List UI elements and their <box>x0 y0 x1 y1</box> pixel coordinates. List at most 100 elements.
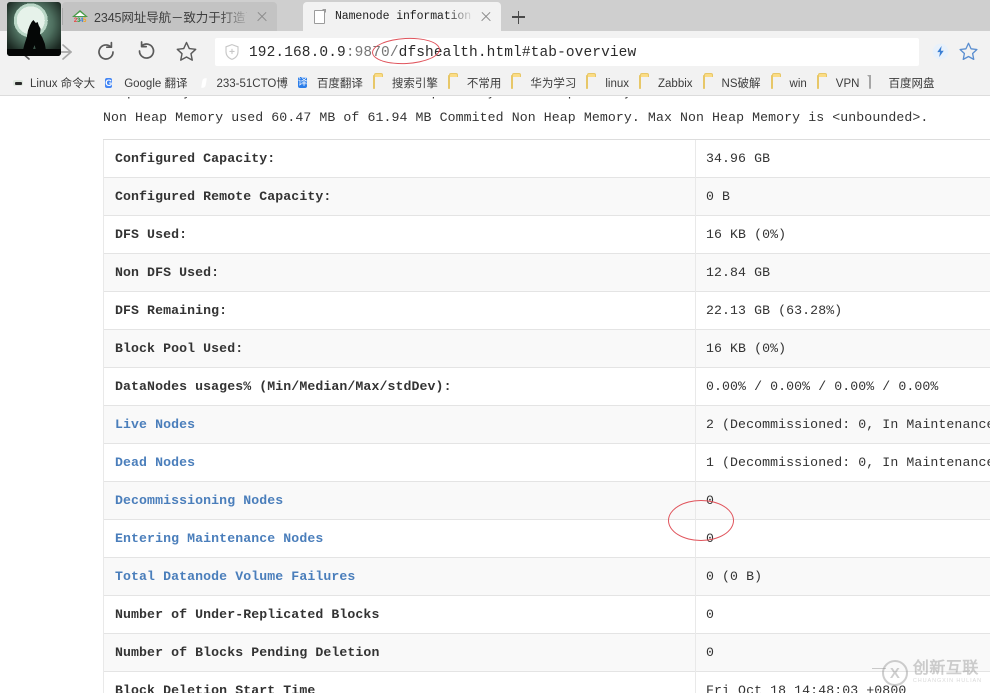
lightning-icon[interactable] <box>926 37 954 67</box>
row-key: Live Nodes <box>104 406 696 444</box>
row-value: 0 B <box>696 178 990 216</box>
bookmark-linux[interactable]: Linux 命令大 <box>6 73 100 95</box>
baidu-translate-icon: 译 <box>298 76 313 91</box>
undo-button[interactable] <box>126 35 166 69</box>
bookmark-label: 233-51CTO博 <box>216 77 287 91</box>
bookmark-label: linux <box>605 77 629 91</box>
star-outline-icon[interactable] <box>954 37 982 67</box>
browser-window: 2345 2345网址导航－致力于打造百 Namenode informatio… <box>0 0 990 693</box>
undo-icon <box>135 41 157 63</box>
table-row: Non DFS Used: 12.84 GB <box>104 254 990 292</box>
row-key: Dead Nodes <box>104 444 696 482</box>
folder-icon <box>511 76 526 91</box>
folder-icon <box>639 76 654 91</box>
folder-icon <box>703 76 718 91</box>
table-row-volume-failures: Total Datanode Volume Failures 0 (0 B) <box>104 558 990 596</box>
document-icon <box>313 9 329 25</box>
table-row: Configured Remote Capacity: 0 B <box>104 178 990 216</box>
bookmark-star-button[interactable] <box>166 35 206 69</box>
heap-memory-line: Heap Memory used 174.9 MB of 474.5 MB He… <box>0 97 990 99</box>
table-row: Configured Capacity: 34.96 GB <box>104 140 990 178</box>
row-value: 0 (0 B) <box>696 558 990 596</box>
browser-tab-2[interactable]: Namenode information <box>303 2 501 31</box>
row-key: Number of Under-Replicated Blocks <box>104 596 696 634</box>
folder-icon <box>586 76 601 91</box>
folder-icon <box>373 76 388 91</box>
document-icon <box>869 76 884 91</box>
row-key: Configured Capacity: <box>104 140 696 178</box>
toolbar-right-icons <box>926 37 982 67</box>
row-key: Decommissioning Nodes <box>104 482 696 520</box>
decommissioning-nodes-link[interactable]: Decommissioning Nodes <box>115 493 283 508</box>
folder-icon <box>771 76 786 91</box>
bookmark-51cto[interactable]: 233-51CTO博 <box>192 73 292 95</box>
browser-tab-1[interactable]: 2345 2345网址导航－致力于打造百 <box>62 2 277 31</box>
close-icon[interactable] <box>475 6 497 28</box>
row-value: 16 KB (0%) <box>696 216 990 254</box>
tab-divider <box>62 8 63 25</box>
bookmark-folder-search-engine[interactable]: 搜索引擎 <box>368 73 443 95</box>
google-icon: G <box>105 76 120 91</box>
row-value: 0 <box>696 520 990 558</box>
bookmark-baidu-translate[interactable]: 译 百度翻译 <box>293 73 368 95</box>
folder-icon <box>817 76 832 91</box>
url-text: 192.168.0.9:9870/dfshealth.html#tab-over… <box>249 45 636 61</box>
dead-nodes-link[interactable]: Dead Nodes <box>115 455 195 470</box>
live-nodes-link[interactable]: Live Nodes <box>115 417 195 432</box>
table-row-live-nodes: Live Nodes 2 (Decommissioned: 0, In Main… <box>104 406 990 444</box>
bookmark-label: 搜索引擎 <box>392 77 438 91</box>
bookmark-label: Zabbix <box>658 77 693 91</box>
row-value: Fri Oct 18 14:48:03 +0800 <box>696 672 990 693</box>
bookmark-folder-win[interactable]: win <box>766 73 812 95</box>
total-datanode-volume-failures-link[interactable]: Total Datanode Volume Failures <box>115 569 355 584</box>
bookmark-label: Linux 命令大 <box>30 77 95 91</box>
row-value: 22.13 GB (63.28%) <box>696 292 990 330</box>
bookmark-baidu-pan[interactable]: 百度网盘 <box>864 73 939 95</box>
bookmark-label: Google 翻译 <box>124 77 187 91</box>
bookmarks-bar: Linux 命令大 G Google 翻译 233-51CTO博 译 百度翻译 … <box>0 72 990 96</box>
row-value: 16 KB (0%) <box>696 330 990 368</box>
non-heap-memory-line: Non Heap Memory used 60.47 MB of 61.94 M… <box>0 110 990 125</box>
linux-icon <box>11 76 26 91</box>
bookmark-folder-huawei[interactable]: 华为学习 <box>506 73 581 95</box>
bookmark-label: 百度翻译 <box>317 77 363 91</box>
avatar-ground <box>7 49 61 56</box>
entering-maintenance-nodes-link[interactable]: Entering Maintenance Nodes <box>115 531 323 546</box>
row-key: Total Datanode Volume Failures <box>104 558 696 596</box>
row-key: DFS Remaining: <box>104 292 696 330</box>
bookmark-folder-linux[interactable]: linux <box>581 73 634 95</box>
bookmark-label: VPN <box>836 77 860 91</box>
bookmark-folder-ns[interactable]: NS破解 <box>698 73 766 95</box>
folder-icon <box>448 76 463 91</box>
table-row-dead-nodes: Dead Nodes 1 (Decommissioned: 0, In Main… <box>104 444 990 482</box>
bookmark-label: win <box>790 77 807 91</box>
bookmark-folder-rarely-used[interactable]: 不常用 <box>443 73 507 95</box>
close-icon[interactable] <box>251 6 273 28</box>
address-bar[interactable]: 192.168.0.9:9870/dfshealth.html#tab-over… <box>214 37 920 67</box>
row-value: 1 (Decommissioned: 0, In Maintenance: 0) <box>696 444 990 482</box>
avatar <box>7 2 61 56</box>
row-key: DFS Used: <box>104 216 696 254</box>
table-row: DFS Used: 16 KB (0%) <box>104 216 990 254</box>
row-key: Configured Remote Capacity: <box>104 178 696 216</box>
bookmark-label: 不常用 <box>467 77 502 91</box>
row-key: Block Pool Used: <box>104 330 696 368</box>
new-tab-button[interactable] <box>501 2 535 31</box>
bookmark-label: NS破解 <box>722 77 761 91</box>
bookmark-google-translate[interactable]: G Google 翻译 <box>100 73 192 95</box>
bookmark-folder-vpn[interactable]: VPN <box>812 73 865 95</box>
row-value: 0 <box>696 596 990 634</box>
hdfs-overview-page: Heap Memory used 174.9 MB of 474.5 MB He… <box>0 97 990 693</box>
page-viewport: Heap Memory used 174.9 MB of 474.5 MB He… <box>0 97 990 693</box>
row-value: 0 <box>696 482 990 520</box>
live-nodes-value: 2 (Decommissioned: 0, In Maintenance: 0) <box>696 406 990 444</box>
reload-button[interactable] <box>86 35 126 69</box>
tab-title: Namenode information <box>335 10 471 23</box>
row-value: 12.84 GB <box>696 254 990 292</box>
watermark-divider <box>872 668 886 670</box>
bookmark-label: 华为学习 <box>530 77 576 91</box>
url-text-wrapper: 192.168.0.9:9870/dfshealth.html#tab-over… <box>249 43 636 61</box>
row-value: 0 <box>696 634 990 672</box>
bookmark-folder-zabbix[interactable]: Zabbix <box>634 73 698 95</box>
row-key: DataNodes usages% (Min/Median/Max/stdDev… <box>104 368 696 406</box>
